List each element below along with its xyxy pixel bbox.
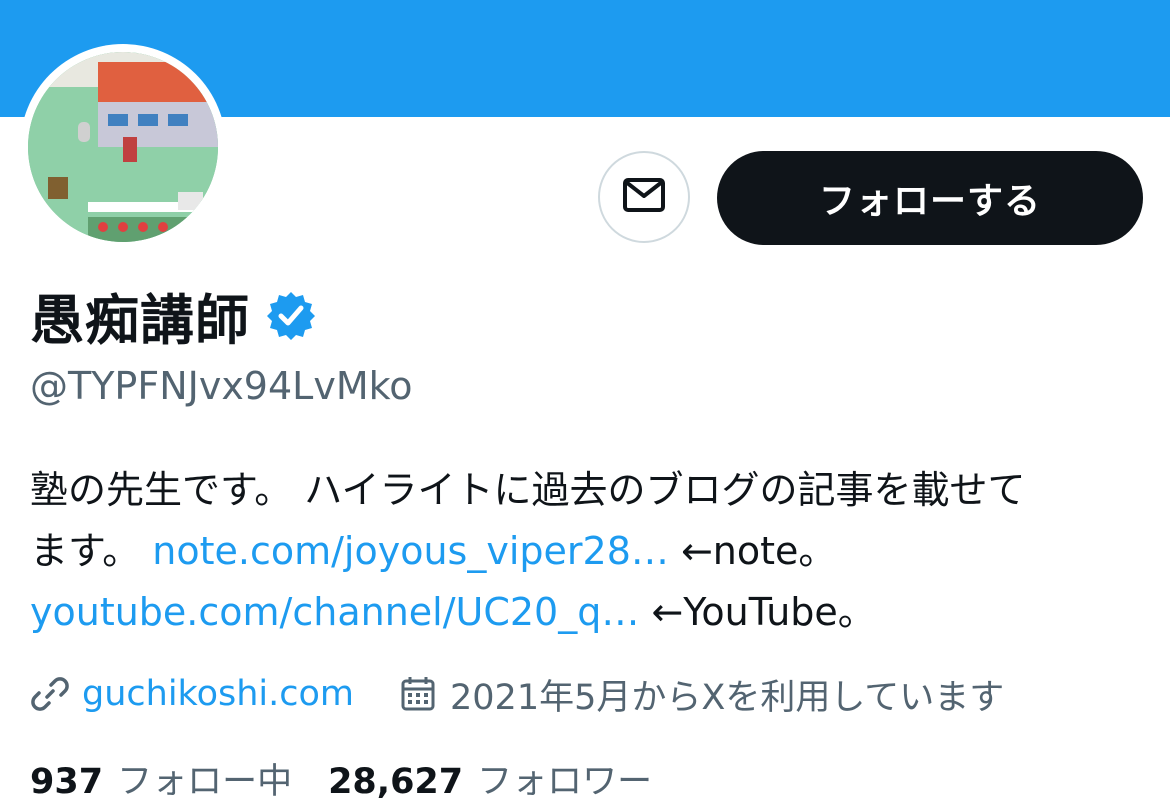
following-label: フォロー中 bbox=[117, 761, 293, 802]
avatar[interactable] bbox=[20, 44, 226, 250]
profile-meta: guchikoshi.com 2021年5月からXを利用しています bbox=[30, 668, 1004, 720]
followers-stat[interactable]: 28,627 フォロワー bbox=[328, 753, 652, 804]
link-icon bbox=[30, 674, 70, 714]
youtube-suffix: ←YouTube。 bbox=[639, 590, 876, 634]
follow-button[interactable]: フォローする bbox=[717, 151, 1143, 245]
note-suffix: ←note。 bbox=[668, 529, 837, 573]
bio-line-3: youtube.com/channel/UC20_q… ←YouTube。 bbox=[30, 582, 1150, 643]
bio: 塾の先生です。 ハイライトに過去のブログの記事を載せて ます。 note.com… bbox=[30, 460, 1150, 643]
handle: @TYPFNJvx94LvMko bbox=[30, 364, 413, 408]
bio-text: ます。 bbox=[30, 529, 153, 573]
message-button[interactable] bbox=[598, 151, 690, 243]
avatar-image bbox=[28, 52, 218, 242]
bio-line-1: 塾の先生です。 ハイライトに過去のブログの記事を載せて bbox=[30, 468, 1026, 512]
youtube-link[interactable]: youtube.com/channel/UC20_q… bbox=[30, 590, 639, 634]
join-date: 2021年5月からXを利用しています bbox=[450, 677, 1005, 718]
calendar-icon bbox=[398, 674, 438, 714]
followers-count: 28,627 bbox=[328, 761, 464, 802]
website-link[interactable]: guchikoshi.com bbox=[82, 674, 354, 714]
followers-label: フォロワー bbox=[477, 761, 653, 802]
profile-name-row: 愚痴講師 bbox=[30, 280, 316, 352]
note-link[interactable]: note.com/joyous_viper28… bbox=[152, 529, 669, 573]
bio-line-2: ます。 note.com/joyous_viper28… ←note。 bbox=[30, 521, 1150, 582]
following-count: 937 bbox=[30, 761, 104, 802]
mail-icon bbox=[622, 177, 666, 217]
follow-stats: 937 フォロー中 28,627 フォロワー bbox=[30, 752, 688, 804]
display-name: 愚痴講師 bbox=[30, 288, 250, 352]
following-stat[interactable]: 937 フォロー中 bbox=[30, 753, 292, 804]
verified-badge-icon[interactable] bbox=[266, 290, 316, 340]
